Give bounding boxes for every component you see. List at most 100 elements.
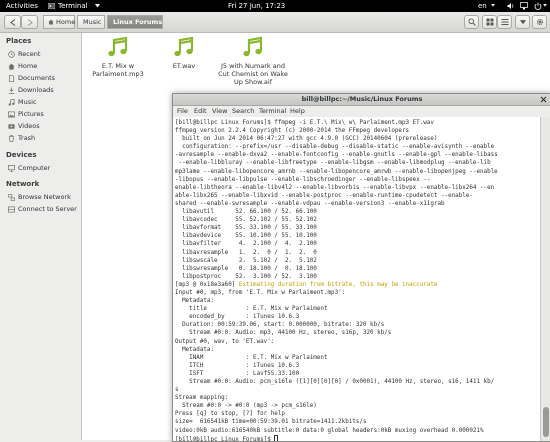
- terminal-line-text: video:0kB audio:616540kB subtitle:0 data…: [175, 427, 484, 434]
- app-menu[interactable]: Terminal: [58, 1, 88, 11]
- sidebar-heading-devices: Devices: [6, 151, 37, 159]
- terminal-line-text: --enable-libbluray --enable-libfreetype …: [175, 160, 491, 167]
- menu-edit[interactable]: Edit: [194, 107, 207, 115]
- terminal-line-text: libavutil 52. 66.100 / 52. 66.100: [175, 209, 317, 216]
- sidebar-item-home[interactable]: Home: [0, 61, 81, 72]
- terminal-line: libavcodec 55. 52.102 / 55. 52.102: [175, 216, 498, 224]
- sidebar-item-music[interactable]: Music: [0, 97, 81, 108]
- chevron-down-icon: [95, 4, 100, 8]
- clock[interactable]: Fri 27 Jun, 17:23: [228, 1, 285, 11]
- terminal-line-text: s: [175, 387, 179, 394]
- breadcrumb-music[interactable]: Music: [77, 15, 105, 29]
- file-item-j5-aif[interactable]: J5 with Numark and Cut Chemist on Wake U…: [218, 36, 288, 86]
- terminal-line-text: libavcodec 55. 52.102 / 55. 52.102: [175, 217, 317, 224]
- terminal-line: [mp3 @ 0x18e3a60] Estimating duration fr…: [175, 281, 498, 289]
- search-button[interactable]: [464, 15, 479, 29]
- terminal-line: Stream mapping:: [175, 394, 498, 402]
- breadcrumb-home[interactable]: Home: [43, 15, 75, 29]
- terminal-line: Stream #0:0 -> #0:0 (mp3 -> pcm_s16le): [175, 402, 498, 410]
- terminal-line-text: Stream #0:0 -> #0:0 (mp3 -> pcm_s16le): [175, 403, 317, 410]
- terminal-line: size= 616541kB time=00:59:39.01 bitrate=…: [175, 418, 498, 426]
- sidebar-item-computer[interactable]: Computer: [0, 163, 81, 174]
- sidebar-item-label: Home: [18, 62, 38, 70]
- volume-icon[interactable]: [507, 2, 515, 10]
- menu-file[interactable]: File: [177, 107, 188, 115]
- breadcrumb-linux-forums[interactable]: Linux Forums: [107, 15, 163, 29]
- power-icon[interactable]: [534, 2, 542, 10]
- trash-icon: [8, 135, 15, 142]
- menu-view[interactable]: View: [212, 107, 227, 115]
- terminal-line: built on Jun 24 2014 06:47:27 with gcc 4…: [175, 135, 498, 143]
- terminal-line: Duration: 00:59:39.06, start: 0.000000, …: [175, 321, 498, 329]
- close-icon[interactable]: [540, 96, 547, 103]
- terminal-line: Press [q] to stop, [?] for help: [175, 410, 498, 418]
- terminal-line-text: libpostproc 52. 3.100 / 52. 3.100: [175, 273, 317, 280]
- sidebar-item-videos[interactable]: Videos: [0, 121, 81, 132]
- terminal-line-text: libswscale 2. 5.102 / 2. 5.102: [175, 257, 317, 264]
- terminal-menubar: File Edit View Search Terminal Help: [173, 106, 550, 117]
- scrollbar-thumb[interactable]: [543, 407, 549, 437]
- music-file-icon: [174, 36, 194, 57]
- menu-search[interactable]: Search: [232, 107, 254, 115]
- terminal-line: enable-libtheora --enable-libv4l2 --enab…: [175, 184, 498, 192]
- terminal-line: Stream #0:0: Audio: pcm_s16le ([1][0][0]…: [175, 378, 498, 386]
- terminal-line: Output #0, wav, to 'ET.wav':: [175, 338, 498, 346]
- terminal-line: libavdevice 55. 10.100 / 55. 10.100: [175, 232, 498, 240]
- back-button[interactable]: [4, 15, 21, 29]
- sidebar-item-trash[interactable]: Trash: [0, 133, 81, 144]
- terminal-line-text: libavresample 1. 2. 0 / 1. 2. 0: [175, 249, 317, 256]
- file-item-et-wav[interactable]: ET.wav: [149, 36, 219, 70]
- sidebar-item-browse-network[interactable]: Browse Network: [0, 192, 81, 203]
- server-icon: [8, 206, 15, 213]
- terminal-titlebar[interactable]: bill@billpc:~/Music/Linux Forums: [173, 94, 550, 106]
- terminal-scrollbar[interactable]: [540, 117, 550, 441]
- terminal-line: Input #0, mp3, from 'E.T. Mix w Parlaime…: [175, 289, 498, 297]
- terminal-line: Stream #0:0: Audio: mp3, 44100 Hz, stere…: [175, 329, 498, 337]
- activities-button[interactable]: Activities: [6, 1, 38, 11]
- sidebar-item-recent[interactable]: Recent: [0, 49, 81, 60]
- terminal-line: encoded_by : iTunes 10.6.3: [175, 313, 498, 321]
- forward-button[interactable]: [21, 15, 38, 29]
- view-options-button[interactable]: [515, 15, 530, 29]
- breadcrumb-label: Linux Forums: [113, 18, 163, 26]
- gear-menu-button[interactable]: [532, 15, 547, 29]
- breadcrumb-label: Home: [56, 18, 76, 26]
- terminal-line-text: Metadata:: [175, 346, 215, 353]
- terminal-line: libavfilter 4. 2.100 / 4. 2.100: [175, 240, 498, 248]
- sidebar-item-label: Pictures: [18, 110, 44, 118]
- clock-icon: [8, 51, 15, 58]
- view-list-button[interactable]: [497, 15, 512, 29]
- terminal-line-text: shared --enable-swresample --enable-vdpa…: [175, 200, 445, 207]
- sidebar-item-label: Videos: [18, 122, 40, 130]
- terminal-line: configuration: --prefix=/usr --disable-d…: [175, 143, 498, 151]
- terminal-line-text: libavdevice 55. 10.100 / 55. 10.100: [175, 233, 317, 240]
- terminal-cursor: [274, 434, 279, 441]
- terminal-line-text: Duration: 00:59:39.06, start: 0.000000, …: [175, 322, 385, 329]
- music-file-icon: [108, 36, 128, 57]
- search-icon: [468, 18, 476, 26]
- terminal-line: shared --enable-swresample --enable-vdpa…: [175, 200, 498, 208]
- sidebar-item-downloads[interactable]: Downloads: [0, 85, 81, 96]
- chevron-down-icon: [520, 20, 526, 25]
- terminal-line-text: enable-libtheora --enable-libv4l2 --enab…: [175, 184, 495, 191]
- terminal-window[interactable]: bill@billpc:~/Music/Linux Forums File Ed…: [172, 93, 550, 442]
- terminal-line: s: [175, 386, 498, 394]
- sidebar-item-connect-to-server[interactable]: Connect to Server: [0, 204, 81, 215]
- terminal-line: libavresample 1. 2. 0 / 1. 2. 0: [175, 249, 498, 257]
- sidebar-heading-network: Network: [6, 180, 40, 188]
- terminal-output[interactable]: [bill@billpc Linux Forums]$ ffmpeg -i E.…: [173, 117, 541, 441]
- network-status-icon[interactable]: [520, 2, 528, 10]
- menu-help[interactable]: Help: [290, 107, 305, 115]
- terminal-line: INAM : E.T. Mix w Parlaiment: [175, 354, 498, 362]
- gear-icon: [537, 19, 543, 25]
- sidebar-heading-places: Places: [6, 37, 32, 45]
- terminal-warning-text: Estimating duration from bitrate, this m…: [238, 281, 438, 288]
- view-grid-button[interactable]: [482, 15, 497, 29]
- language-indicator[interactable]: en: [478, 1, 487, 11]
- sidebar-item-documents[interactable]: Documents: [0, 73, 81, 84]
- file-item-et-mix-mp3[interactable]: E.T. Mix w Parlaiment.mp3: [83, 36, 153, 78]
- menu-terminal[interactable]: Terminal: [259, 107, 286, 115]
- terminal-line-text: size= 616541kB time=00:59:39.01 bitrate=…: [175, 419, 367, 426]
- sidebar-item-pictures[interactable]: Pictures: [0, 109, 81, 120]
- terminal-line: -avresample --enable-dxva2 --enable-font…: [175, 151, 498, 159]
